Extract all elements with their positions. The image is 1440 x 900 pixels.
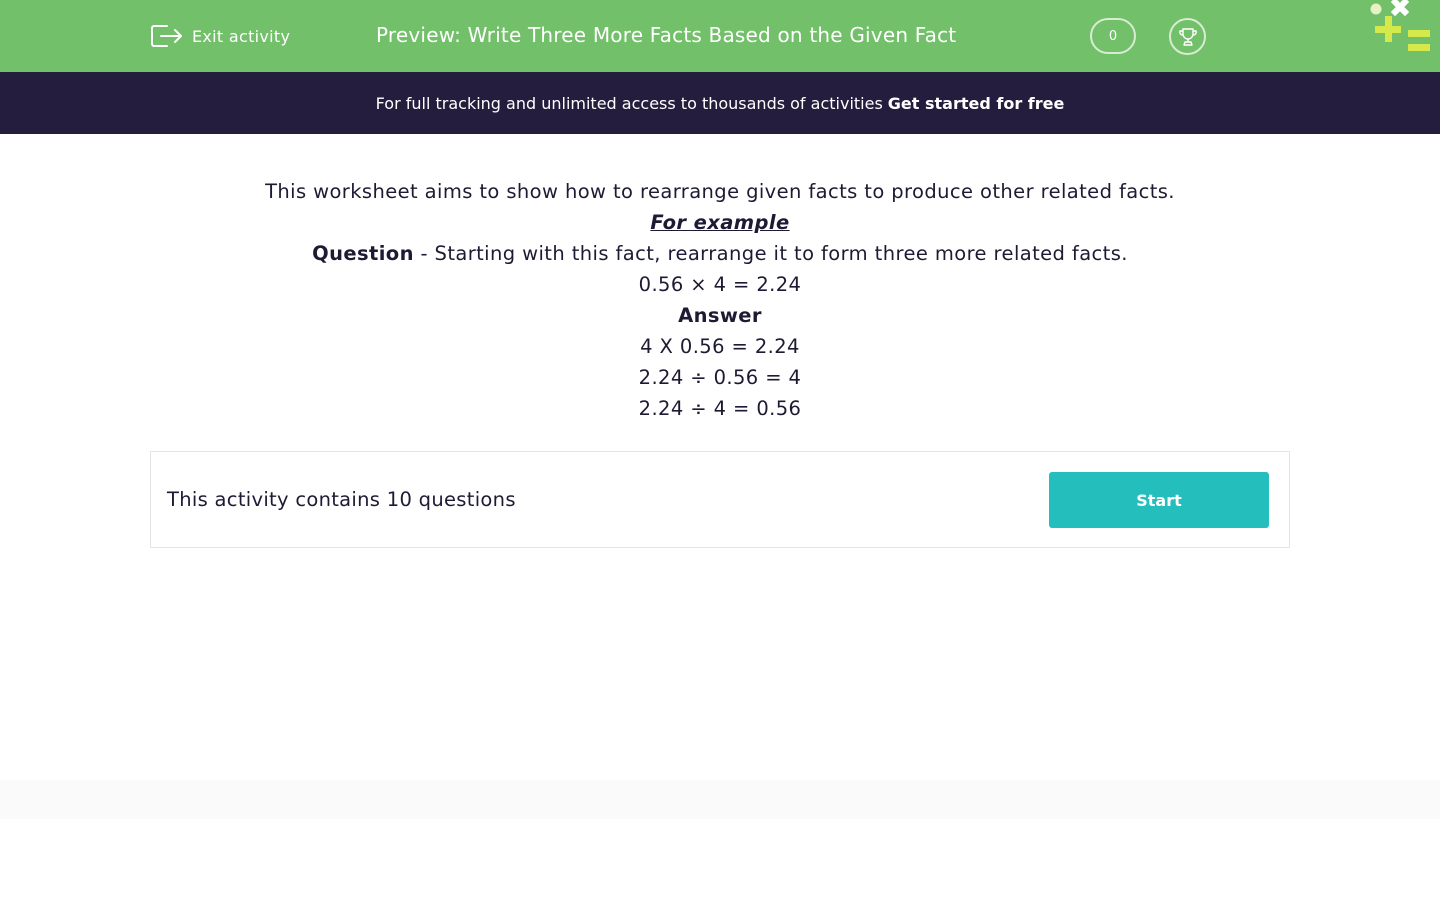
description-text: This worksheet aims to show how to rearr… [265, 180, 1175, 203]
footer-band [0, 780, 1440, 819]
exit-activity-button[interactable]: Exit activity [150, 21, 290, 51]
answer-fact: 4 X 0.56 = 2.24 [640, 335, 800, 358]
question-label: Question [312, 242, 414, 265]
question-line: Question - Starting with this fact, rear… [150, 238, 1290, 269]
worksheet-intro: This worksheet aims to show how to rearr… [150, 176, 1290, 424]
answer-fact: 2.24 ÷ 4 = 0.56 [638, 397, 802, 420]
example-heading: For example [650, 211, 790, 234]
exit-activity-label: Exit activity [192, 26, 291, 46]
answer-fact: 2.24 ÷ 0.56 = 4 [638, 366, 802, 389]
score-badge: 0 [1090, 18, 1136, 54]
answer-label: Answer [678, 304, 762, 327]
question-text: - Starting with this fact, rearrange it … [420, 242, 1128, 265]
promo-text: For full tracking and unlimited access t… [375, 93, 883, 113]
trophy-icon [1178, 27, 1197, 46]
exit-icon [151, 25, 182, 47]
given-fact: 0.56 × 4 = 2.24 [638, 273, 802, 296]
start-button[interactable]: Start [1049, 472, 1269, 528]
promo-banner: For full tracking and unlimited access t… [0, 72, 1440, 134]
question-count-text: This activity contains 10 questions [167, 488, 516, 511]
trophy-button[interactable] [1169, 18, 1206, 55]
page-title: Preview: Write Three More Facts Based on… [376, 23, 957, 47]
brand-logo-icon [1370, 0, 1430, 51]
activity-card: This activity contains 10 questions Star… [150, 451, 1290, 548]
top-bar: Exit activity Preview: Write Three More … [0, 0, 1440, 72]
get-started-link[interactable]: Get started for free [888, 94, 1065, 113]
